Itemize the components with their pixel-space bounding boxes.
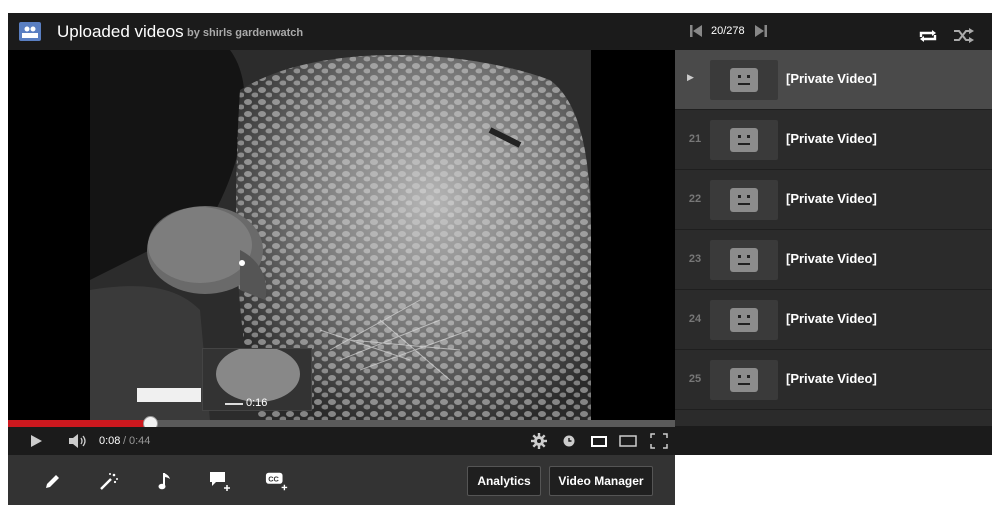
playlist-items: ▶ [Private Video] 21 [Private Video] 22 [Priv… (675, 50, 992, 410)
video-manager-button[interactable]: Video Manager (549, 466, 653, 496)
seek-preview-thumbnail: 0:16 (202, 348, 312, 411)
playlist-item-title[interactable]: [Private Video] (786, 371, 877, 386)
video-frame[interactable]: 0:16 (8, 50, 675, 421)
time-separator: / (123, 435, 127, 447)
large-player-icon (619, 435, 637, 447)
playlist-item-index: 21 (688, 133, 702, 145)
playlist-header: 20/278 (675, 13, 992, 50)
playlist-item-title[interactable]: [Private Video] (786, 71, 877, 86)
small-player-button[interactable] (590, 427, 608, 455)
private-video-thumbnail-icon (710, 360, 778, 400)
settings-button[interactable] (530, 427, 548, 455)
analytics-button[interactable]: Analytics (467, 466, 541, 496)
private-video-thumbnail-icon (710, 240, 778, 280)
playlist-item-title[interactable]: [Private Video] (786, 311, 877, 326)
shuffle-icon (954, 28, 974, 43)
playlist-item[interactable]: 23 [Private Video] (675, 230, 992, 290)
music-note-icon[interactable] (153, 469, 177, 493)
playlist-item-index: 25 (688, 373, 702, 385)
magic-wand-icon[interactable] (97, 469, 121, 493)
player-controls: 0:08 / 0:44 (8, 427, 675, 455)
edit-toolbar: CC Analytics Video Manager (8, 455, 675, 505)
loop-icon (919, 30, 937, 42)
speaker-icon (69, 434, 86, 448)
clock-icon (563, 435, 575, 447)
playlist-title[interactable]: Uploaded videos (57, 22, 184, 42)
progress-played (8, 420, 152, 427)
fullscreen-button[interactable] (649, 427, 669, 455)
playlist-item[interactable]: 22 [Private Video] (675, 170, 992, 230)
captions-icon[interactable]: CC (265, 469, 289, 493)
shuffle-button[interactable] (952, 26, 976, 46)
playlist-item[interactable]: 25 [Private Video] (675, 350, 992, 410)
total-time: 0:44 (129, 435, 151, 447)
player-header: Uploaded videos by shirls gardenwatch (8, 13, 675, 50)
playlist-position: 20/278 (711, 25, 745, 37)
playlist-item-index: 24 (688, 313, 702, 325)
seek-preview-time: 0:16 (246, 397, 268, 409)
playlist-footer (675, 426, 992, 455)
annotation-icon[interactable] (209, 469, 233, 493)
playlist-item[interactable]: 21 [Private Video] (675, 110, 992, 170)
seek-tooltip-bar (137, 388, 201, 402)
loop-button[interactable] (916, 26, 940, 46)
private-video-thumbnail-icon (710, 300, 778, 340)
playlist-item-index: 23 (688, 253, 702, 265)
play-icon (31, 435, 42, 447)
large-player-button[interactable] (618, 427, 638, 455)
now-playing-icon: ▶ (687, 72, 694, 82)
volume-button[interactable] (66, 427, 90, 455)
private-video-thumbnail-icon (710, 180, 778, 220)
playlist-item-title[interactable]: [Private Video] (786, 191, 877, 206)
playlist-item-index: 22 (688, 193, 702, 205)
private-video-thumbnail-icon (710, 120, 778, 160)
next-icon (755, 25, 767, 37)
progress-bar[interactable] (8, 416, 675, 431)
fullscreen-icon (650, 433, 668, 449)
previous-video-button[interactable] (689, 23, 703, 39)
svg-text:CC: CC (268, 474, 279, 483)
video-page: Uploaded videos by shirls gardenwatch 0:… (0, 0, 1003, 519)
next-video-button[interactable] (754, 23, 768, 39)
small-player-icon (591, 435, 607, 447)
playlist-owner[interactable]: by shirls gardenwatch (187, 27, 303, 39)
playlist-item-title[interactable]: [Private Video] (786, 131, 877, 146)
playlist-icon[interactable] (19, 22, 41, 41)
playlist-panel: 20/278 ▶ [Private Video] 21 [Private Vid… (675, 13, 992, 455)
playlist-item[interactable]: 24 [Private Video] (675, 290, 992, 350)
previous-icon (690, 25, 702, 37)
current-time: 0:08 (99, 435, 121, 447)
playlist-item[interactable]: ▶ [Private Video] (675, 50, 992, 110)
gear-icon (531, 433, 547, 449)
private-video-thumbnail-icon (710, 60, 778, 100)
playlist-item-title[interactable]: [Private Video] (786, 251, 877, 266)
play-button[interactable] (26, 427, 46, 455)
pencil-icon[interactable] (41, 469, 65, 493)
watch-later-button[interactable] (561, 427, 577, 455)
video-image (90, 50, 591, 421)
